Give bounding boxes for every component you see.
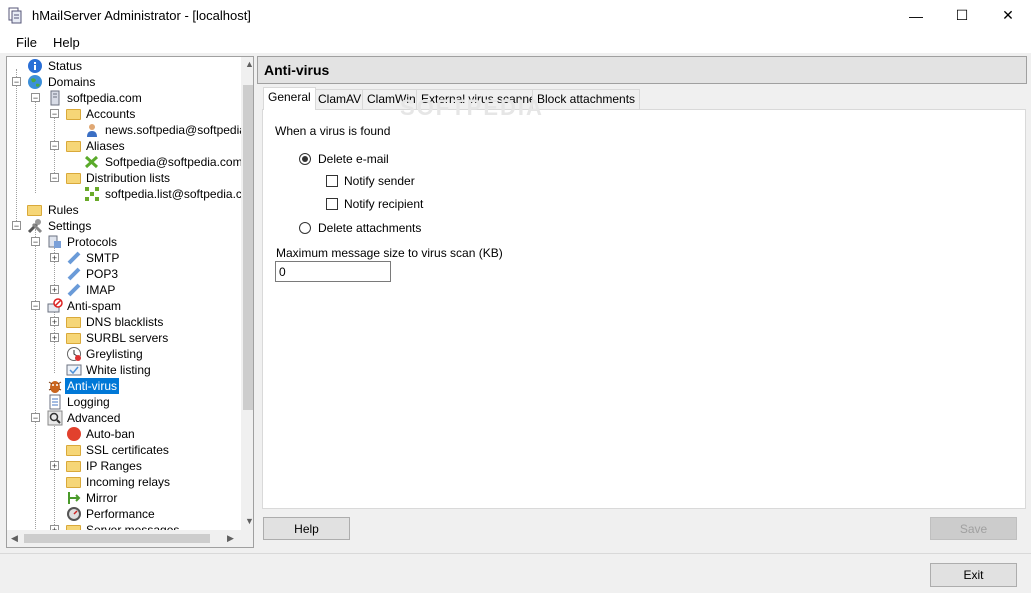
minimize-icon: — — [909, 7, 923, 24]
app-icon — [8, 7, 22, 24]
antispam-icon — [47, 298, 63, 313]
stop-icon — [67, 427, 81, 441]
divider — [0, 553, 1031, 554]
page-title: Anti-virus — [264, 62, 330, 78]
pane-header — [257, 56, 1027, 84]
folder-icon — [66, 173, 81, 184]
folder-icon — [27, 205, 42, 216]
menu-help[interactable]: Help — [53, 35, 80, 50]
expand-icon[interactable]: + — [50, 317, 59, 327]
gauge-icon — [67, 507, 81, 521]
tab-clamav[interactable]: ClamAV — [313, 89, 367, 109]
folder-icon — [66, 333, 81, 344]
menu-file[interactable]: File — [16, 35, 37, 50]
watermark: SOFTPEDIA — [400, 95, 544, 120]
collapse-icon[interactable]: − — [50, 141, 59, 151]
delete-email-label: Delete e-mail — [318, 152, 389, 166]
close-button[interactable]: ✕ — [985, 0, 1031, 31]
virus-icon — [48, 381, 62, 393]
help-button[interactable]: Help — [263, 517, 350, 540]
notify-sender-label: Notify sender — [344, 174, 415, 188]
expand-icon[interactable]: + — [50, 461, 59, 471]
scroll-thumb[interactable] — [24, 534, 210, 543]
tree-vertical-scrollbar[interactable]: ▲ ▼ — [241, 57, 253, 530]
expand-icon[interactable]: + — [50, 285, 59, 295]
collapse-icon[interactable]: − — [12, 221, 21, 231]
maximize-icon: ☐ — [955, 7, 969, 23]
globe-icon — [28, 75, 42, 89]
collapse-icon[interactable]: − — [31, 93, 40, 103]
tab-general[interactable]: General — [263, 87, 316, 110]
tree-horizontal-scrollbar[interactable]: ◀ ▶ — [7, 530, 241, 547]
server-icon — [50, 90, 60, 106]
maximize-button[interactable]: ☐ — [939, 0, 985, 31]
alias-icon — [84, 155, 99, 169]
info-icon — [28, 59, 42, 73]
protocol-icon — [67, 283, 81, 297]
tab-page-general — [262, 109, 1026, 509]
max-size-input[interactable] — [275, 261, 391, 282]
folder-icon — [66, 477, 81, 488]
collapse-icon[interactable]: − — [50, 173, 59, 183]
notify-recipient-checkbox[interactable] — [326, 198, 338, 210]
delete-attachments-label: Delete attachments — [318, 221, 422, 235]
collapse-icon[interactable]: − — [31, 413, 40, 423]
scroll-thumb[interactable] — [243, 85, 253, 410]
magnifier-icon — [47, 410, 63, 426]
scroll-right-icon[interactable]: ▶ — [227, 533, 234, 544]
minimize-button[interactable]: — — [893, 0, 939, 31]
protocols-icon — [48, 235, 61, 248]
folder-icon — [66, 141, 81, 152]
scroll-down-icon[interactable]: ▼ — [245, 516, 253, 526]
folder-icon — [66, 461, 81, 472]
scroll-left-icon[interactable]: ◀ — [11, 533, 18, 544]
whitelist-icon — [66, 364, 82, 376]
window-title: hMailServer Administrator - [localhost] — [32, 8, 251, 23]
protocol-icon — [67, 267, 81, 281]
user-icon — [87, 124, 97, 137]
notify-recipient-label: Notify recipient — [344, 197, 424, 211]
delete-email-radio[interactable] — [299, 153, 311, 165]
close-icon: ✕ — [1002, 7, 1014, 23]
menu-bar — [0, 31, 1031, 53]
max-size-label: Maximum message size to virus scan (KB) — [276, 246, 503, 260]
log-icon — [49, 394, 61, 410]
notify-sender-checkbox[interactable] — [326, 175, 338, 187]
exit-button[interactable]: Exit — [930, 563, 1017, 587]
mirror-icon — [68, 492, 81, 504]
collapse-icon[interactable]: − — [50, 109, 59, 119]
folder-icon — [66, 317, 81, 328]
folder-icon — [66, 445, 81, 456]
collapse-icon[interactable]: − — [31, 301, 40, 311]
tools-icon — [27, 219, 43, 234]
collapse-icon[interactable]: − — [12, 77, 21, 87]
expand-icon[interactable]: + — [50, 253, 59, 263]
expand-icon[interactable]: + — [50, 333, 59, 343]
navigation-tree[interactable]: Status − Domains − softpedia.com − Accou… — [6, 56, 254, 548]
distribution-list-icon — [85, 187, 99, 201]
save-button[interactable]: Save — [930, 517, 1017, 540]
when-virus-found-label: When a virus is found — [275, 124, 391, 138]
scroll-corner — [241, 530, 253, 547]
tab-block-attachments[interactable]: Block attachments — [532, 89, 641, 109]
scroll-up-icon[interactable]: ▲ — [245, 59, 253, 69]
collapse-icon[interactable]: − — [31, 237, 40, 247]
delete-attachments-radio[interactable] — [299, 222, 311, 234]
folder-icon — [66, 109, 81, 120]
clock-icon — [67, 347, 81, 361]
protocol-icon — [67, 251, 81, 265]
